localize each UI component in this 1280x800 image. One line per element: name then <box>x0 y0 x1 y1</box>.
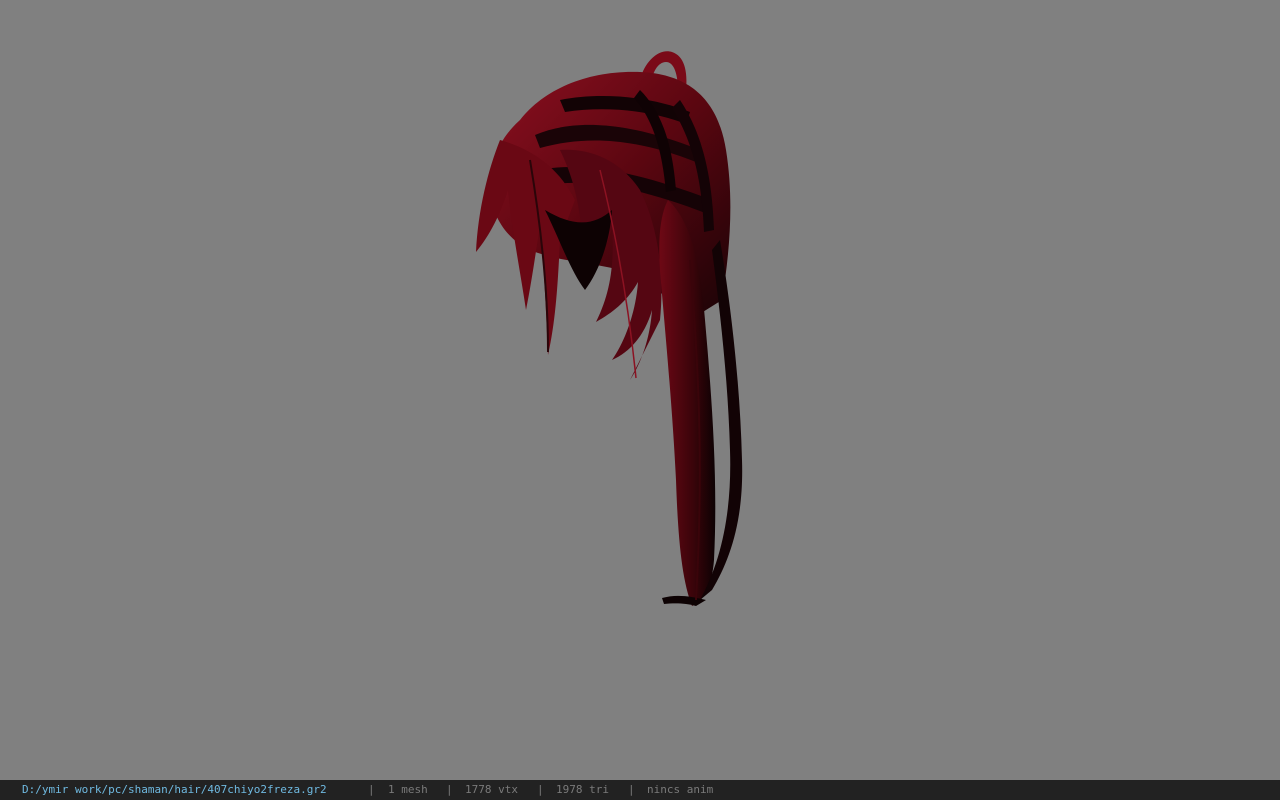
status-bar: D:/ymir work/pc/shaman/hair/407chiyo2fre… <box>0 780 1280 800</box>
status-separator: | <box>628 783 635 796</box>
status-separator: | <box>368 783 375 796</box>
vertex-count: 1778 vtx <box>465 783 518 796</box>
file-path: D:/ymir work/pc/shaman/hair/407chiyo2fre… <box>22 783 327 796</box>
status-separator: | <box>446 783 453 796</box>
status-separator: | <box>537 783 544 796</box>
anim-status: nincs anim <box>647 783 714 796</box>
hair-model <box>476 51 743 606</box>
3d-viewport[interactable] <box>0 0 1280 780</box>
triangle-count: 1978 tri <box>556 783 609 796</box>
mesh-count: 1 mesh <box>388 783 428 796</box>
